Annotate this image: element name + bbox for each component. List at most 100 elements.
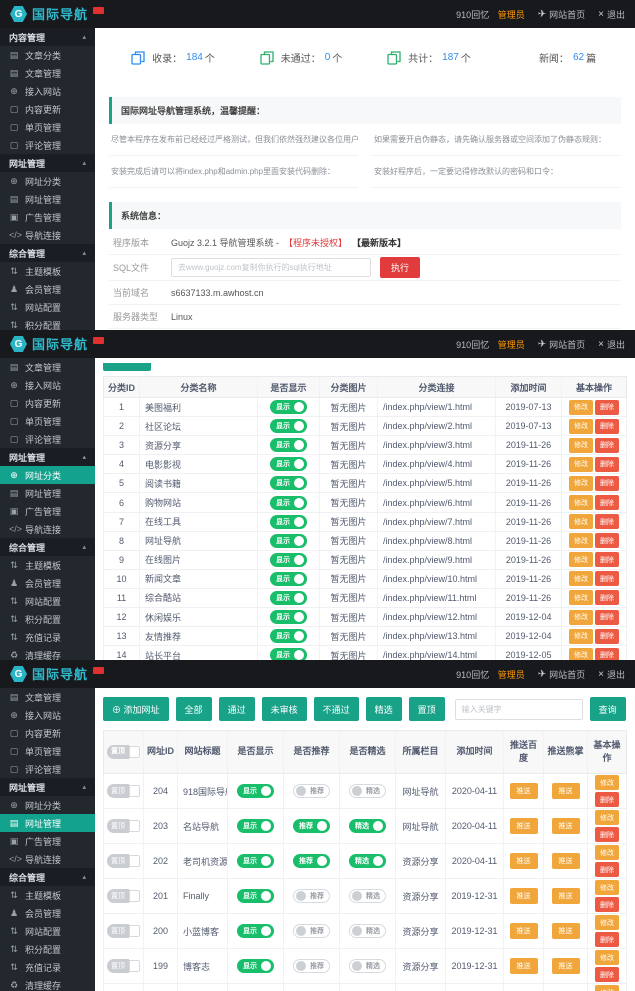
sidebar-item[interactable]: ▢ 单页管理 — [0, 118, 95, 136]
version-warning[interactable]: 【程序未授权】 — [284, 236, 347, 249]
category-link[interactable]: /index.php/view/12.html — [378, 608, 496, 626]
recommend-toggle[interactable]: 推荐 — [293, 854, 330, 868]
modify-button[interactable]: 修改 — [569, 610, 593, 625]
featured-toggle[interactable]: 精选 — [349, 784, 386, 798]
filter-button[interactable]: 全部 — [176, 697, 212, 721]
sidebar-item[interactable]: </> 导航连接 — [0, 850, 95, 868]
logout-link[interactable]: ×退出 — [598, 338, 625, 351]
home-link[interactable]: ✈网站首页 — [538, 8, 585, 21]
modify-button[interactable]: 修改 — [595, 915, 619, 930]
sort-top-toggle[interactable]: 置顶 — [107, 784, 140, 798]
delete-button[interactable]: 删除 — [595, 862, 619, 877]
sidebar-item[interactable]: </> 导航连接 — [0, 226, 95, 244]
delete-button[interactable]: 删除 — [595, 514, 619, 529]
sidebar-item[interactable]: ⇅ 积分配置 — [0, 316, 95, 330]
category-link[interactable]: /index.php/view/14.html — [378, 646, 496, 660]
sidebar-item[interactable]: ⇅ 充值记录 — [0, 628, 95, 646]
push-baidu-button[interactable]: 推送 — [510, 783, 538, 799]
sidebar-item[interactable]: 综合管理 — [0, 868, 95, 886]
featured-toggle[interactable]: 精选 — [349, 924, 386, 938]
sidebar-item[interactable]: ⊕ 网址分类 — [0, 796, 95, 814]
user-role[interactable]: 管理员 — [498, 668, 525, 681]
featured-toggle[interactable]: 精选 — [349, 819, 386, 833]
delete-button[interactable]: 删除 — [595, 590, 619, 605]
sort-top-toggle[interactable]: 置顶 — [107, 959, 140, 973]
show-toggle[interactable]: 显示 — [237, 889, 274, 903]
sidebar-item[interactable]: ⊕ 接入网站 — [0, 82, 95, 100]
show-toggle[interactable]: 显示 — [270, 591, 307, 605]
show-toggle[interactable]: 显示 — [270, 534, 307, 548]
sidebar-item[interactable]: 内容管理 — [0, 28, 95, 46]
show-toggle[interactable]: 显示 — [270, 553, 307, 567]
show-toggle[interactable]: 显示 — [270, 515, 307, 529]
push-xiongzhang-button[interactable]: 推送 — [552, 958, 580, 974]
delete-button[interactable]: 删除 — [595, 629, 619, 644]
delete-button[interactable]: 删除 — [595, 932, 619, 947]
show-toggle[interactable]: 显示 — [270, 457, 307, 471]
delete-button[interactable]: 删除 — [595, 552, 619, 567]
sidebar-item[interactable]: ▤ 网址管理 — [0, 484, 95, 502]
modify-button[interactable]: 修改 — [569, 571, 593, 586]
show-toggle[interactable]: 显示 — [237, 924, 274, 938]
push-baidu-button[interactable]: 推送 — [510, 888, 538, 904]
delete-button[interactable]: 删除 — [595, 476, 619, 491]
recommend-toggle[interactable]: 推荐 — [293, 889, 330, 903]
sidebar-item[interactable]: ⇅ 网站配置 — [0, 592, 95, 610]
push-xiongzhang-button[interactable]: 推送 — [552, 783, 580, 799]
sidebar-item[interactable]: ⊕ 接入网站 — [0, 706, 95, 724]
sidebar-item[interactable]: ⇅ 主题模板 — [0, 262, 95, 280]
filter-button[interactable]: 不通过 — [314, 697, 359, 721]
sidebar-item[interactable]: ▢ 内容更新 — [0, 100, 95, 118]
sidebar-item[interactable]: </> 导航连接 — [0, 520, 95, 538]
show-toggle[interactable]: 显示 — [270, 438, 307, 452]
category-link[interactable]: /index.php/view/4.html — [378, 455, 496, 473]
modify-button[interactable]: 修改 — [569, 648, 593, 660]
sidebar-item[interactable]: ♻ 清理缓存 — [0, 976, 95, 991]
home-link[interactable]: ✈网站首页 — [538, 668, 585, 681]
sidebar-item[interactable]: 网址管理 — [0, 448, 95, 466]
modify-button[interactable]: 修改 — [569, 495, 593, 510]
sidebar-item[interactable]: ♟ 会员管理 — [0, 904, 95, 922]
sort-top-toggle[interactable]: 置顶 — [107, 854, 140, 868]
modify-button[interactable]: 修改 — [569, 552, 593, 567]
sidebar-item[interactable]: 综合管理 — [0, 244, 95, 262]
show-toggle[interactable]: 显示 — [270, 648, 307, 660]
sidebar-item[interactable]: ▣ 广告管理 — [0, 832, 95, 850]
show-toggle[interactable]: 显示 — [270, 400, 307, 414]
sidebar-item[interactable]: ⊕ 网址分类 — [0, 172, 95, 190]
push-xiongzhang-button[interactable]: 推送 — [552, 818, 580, 834]
logout-link[interactable]: ×退出 — [598, 668, 625, 681]
sidebar-item[interactable]: ⊕ 网址分类 — [0, 466, 95, 484]
modify-button[interactable]: 修改 — [595, 845, 619, 860]
delete-button[interactable]: 删除 — [595, 897, 619, 912]
show-toggle[interactable]: 显示 — [237, 854, 274, 868]
modify-button[interactable]: 修改 — [569, 457, 593, 472]
sidebar-item[interactable]: ⊕ 接入网站 — [0, 376, 95, 394]
show-toggle[interactable]: 显示 — [270, 629, 307, 643]
category-link[interactable]: /index.php/view/9.html — [378, 551, 496, 569]
sidebar-item[interactable]: ⇅ 充值记录 — [0, 958, 95, 976]
sidebar-item[interactable]: ⇅ 主题模板 — [0, 556, 95, 574]
filter-button[interactable]: 通过 — [219, 697, 255, 721]
filter-button[interactable]: 未审核 — [262, 697, 307, 721]
push-xiongzhang-button[interactable]: 推送 — [552, 923, 580, 939]
sidebar-item[interactable]: ▢ 内容更新 — [0, 394, 95, 412]
sidebar-item[interactable]: ▢ 单页管理 — [0, 742, 95, 760]
add-category-button-cutoff[interactable] — [103, 363, 151, 371]
category-link[interactable]: /index.php/view/7.html — [378, 513, 496, 531]
delete-button[interactable]: 删除 — [595, 827, 619, 842]
sidebar-item[interactable]: ▤ 网址管理 — [0, 814, 95, 832]
delete-button[interactable]: 删除 — [595, 495, 619, 510]
sidebar-item[interactable]: ⇅ 积分配置 — [0, 610, 95, 628]
push-xiongzhang-button[interactable]: 推送 — [552, 888, 580, 904]
modify-button[interactable]: 修改 — [569, 476, 593, 491]
sidebar-item[interactable]: ♟ 会员管理 — [0, 280, 95, 298]
sidebar-item[interactable]: ▤ 网址管理 — [0, 190, 95, 208]
category-link[interactable]: /index.php/view/11.html — [378, 589, 496, 607]
delete-button[interactable]: 删除 — [595, 792, 619, 807]
brand[interactable]: G 国际导航 — [10, 666, 104, 683]
show-toggle[interactable]: 显示 — [237, 959, 274, 973]
featured-toggle[interactable]: 精选 — [349, 854, 386, 868]
recommend-toggle[interactable]: 推荐 — [293, 959, 330, 973]
add-website-button[interactable]: ⊕ 添加网址 — [103, 697, 169, 721]
